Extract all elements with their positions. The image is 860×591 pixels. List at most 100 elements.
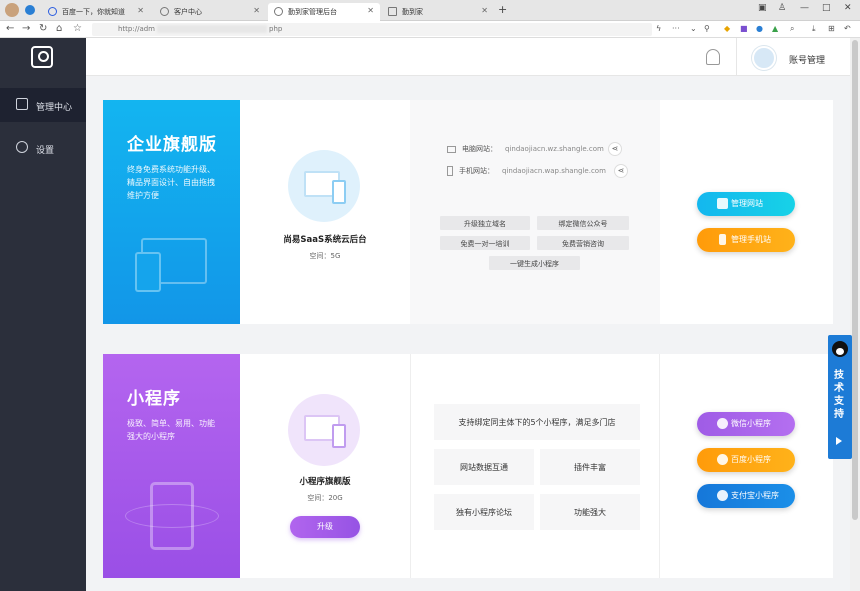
tab-list-icon[interactable]: ▣ — [758, 3, 767, 13]
mobile-icon — [447, 166, 453, 176]
banner-title: 小程序 — [127, 389, 181, 409]
close-icon[interactable]: ✕ — [481, 6, 488, 15]
browser-menu-icon[interactable] — [25, 5, 35, 15]
url-suffix: php — [269, 25, 283, 33]
mobile-icon — [719, 234, 726, 245]
tab-label: 勤到家管理后台 — [288, 8, 337, 16]
close-icon[interactable]: ✕ — [367, 6, 374, 15]
bind-wechat-button[interactable]: 绑定微信公众号 — [537, 216, 629, 230]
plan-info: 小程序旗舰版 空间：20G 升级 — [240, 354, 410, 578]
enterprise-actions: 管理网站 管理手机站 — [660, 100, 833, 324]
sidebar-item-label: 设置 — [36, 146, 55, 156]
extension-icon[interactable]: ▲ — [772, 24, 778, 33]
minimize-button[interactable]: — — [800, 3, 809, 13]
manage-website-button[interactable]: 管理网站 — [697, 192, 795, 216]
upgrade-button[interactable]: 升级 — [290, 516, 360, 538]
dropdown-icon[interactable]: ⌄ — [690, 24, 697, 33]
paw-icon — [48, 7, 57, 16]
sidebar: 管理中心 设置 — [0, 38, 86, 591]
button-label: 支付宝小程序 — [731, 491, 779, 500]
button-label: 百度小程序 — [731, 455, 771, 464]
miniapp-plan-card: 小程序 极致、简单、易用、功能强大的小程序 小程序旗舰版 空间：20G 升级 支… — [103, 354, 833, 578]
miniapp-actions: 微信小程序 百度小程序 支付宝小程序 — [660, 354, 833, 578]
plan-name: 尚易SaaS系统云后台 — [283, 235, 367, 245]
website-illustration-icon — [288, 150, 360, 222]
sidebar-item-management-center[interactable]: 管理中心 — [0, 88, 86, 122]
home-icon[interactable]: ⌂ — [56, 23, 62, 34]
tab-baidu[interactable]: 百度一下，你就知道 ✕ — [42, 3, 150, 21]
tab-label: 勤到家 — [402, 8, 423, 16]
alipay-icon — [717, 490, 728, 501]
pc-site-url[interactable]: qindaojiacn.wz.shangle.com — [505, 145, 604, 153]
tab-label: 百度一下，你就知道 — [62, 8, 125, 16]
free-consulting-button[interactable]: 免费营销咨询 — [537, 236, 629, 250]
button-label: 管理手机站 — [731, 235, 771, 244]
browser-avatar-icon[interactable] — [5, 3, 19, 17]
desktop-icon — [447, 145, 456, 153]
url-field[interactable]: http://adm php — [92, 23, 652, 36]
plan-info: 尚易SaaS系统云后台 空间：5G — [240, 100, 410, 324]
download-icon[interactable]: ⤓ — [812, 24, 816, 34]
tech-support-label: 技术支持 — [834, 370, 844, 420]
more-icon[interactable]: ··· — [672, 24, 680, 33]
site-info-panel: 电脑网站： qindaojiacn.wz.shangle.com ⋖ 手机网站： q… — [410, 100, 660, 324]
share-icon[interactable]: ⋖ — [608, 142, 622, 156]
banner-description: 极致、简单、易用、功能强大的小程序 — [127, 419, 215, 441]
forward-icon[interactable]: → — [22, 23, 30, 34]
shield-icon[interactable]: ◆ — [724, 24, 730, 33]
account-management-link[interactable]: 账号管理 — [789, 53, 825, 66]
user-logo-icon[interactable] — [31, 46, 53, 68]
wechat-miniapp-button[interactable]: 微信小程序 — [697, 412, 795, 436]
share-icon[interactable]: ⋖ — [614, 164, 628, 178]
miniapp-features-panel: 支持绑定同主体下的5个小程序，满足多门店 网站数据互通 插件丰富 独有小程序论坛… — [410, 354, 660, 578]
baidu-icon — [717, 454, 728, 465]
lightning-icon[interactable]: ϟ — [656, 24, 661, 33]
avatar[interactable] — [752, 46, 776, 70]
plan-space: 空间：20G — [307, 494, 343, 502]
feature-forum: 独有小程序论坛 — [434, 494, 534, 530]
tech-support-button[interactable]: 技术支持 — [828, 335, 852, 459]
header-divider — [736, 38, 737, 76]
miniapp-illustration-icon — [288, 394, 360, 466]
feature-powerful: 功能强大 — [540, 494, 640, 530]
scrollbar-thumb[interactable] — [852, 40, 858, 520]
tab-qindaojia[interactable]: 勤到家 ✕ — [382, 3, 494, 21]
plan-space: 空间：5G — [309, 252, 341, 260]
reload-icon[interactable]: ↻ — [39, 23, 47, 34]
sidebar-item-settings[interactable]: 设置 — [0, 131, 86, 165]
back-icon[interactable]: ← — [6, 23, 14, 34]
screenshot-icon[interactable]: ⌕ — [790, 24, 794, 34]
tab-customer-center[interactable]: 客户中心 ✕ — [154, 3, 266, 21]
gear-icon — [16, 141, 28, 153]
manage-mobile-site-button[interactable]: 管理手机站 — [697, 228, 795, 252]
upgrade-domain-button[interactable]: 升级独立域名 — [440, 216, 530, 230]
sidebar-item-label: 管理中心 — [36, 103, 73, 113]
free-training-button[interactable]: 免费一对一培训 — [440, 236, 530, 250]
search-icon[interactable]: ⚲ — [704, 24, 710, 33]
address-bar-row: ← → ↻ ⌂ ☆ http://adm php ϟ ··· ⌄ ⚲ ◆ ■ ● … — [0, 21, 860, 38]
generate-miniapp-button[interactable]: 一键生成小程序 — [489, 256, 580, 270]
maximize-button[interactable]: □ — [822, 3, 831, 13]
close-icon[interactable]: ✕ — [253, 6, 260, 15]
undo-icon[interactable]: ↶ — [844, 24, 851, 33]
extension-icon[interactable]: ● — [756, 24, 763, 33]
baidu-miniapp-button[interactable]: 百度小程序 — [697, 448, 795, 472]
tab-admin[interactable]: 勤到家管理后台 ✕ — [268, 3, 380, 21]
extension-icon[interactable]: ■ — [740, 24, 748, 33]
miniapp-banner: 小程序 极致、简单、易用、功能强大的小程序 — [103, 354, 240, 578]
enterprise-plan-card: 企业旗舰版 终身免费系统功能升级、精品界面设计、自由拖拽维护方便 尚易SaaS系… — [103, 100, 833, 324]
pc-site-line: 电脑网站： qindaojiacn.wz.shangle.com — [447, 144, 604, 154]
grid-icon[interactable]: ⊞ — [828, 24, 835, 33]
link-icon — [717, 418, 728, 429]
bell-icon[interactable] — [706, 49, 720, 65]
shirt-icon[interactable]: ♙ — [778, 3, 786, 13]
bookmark-icon[interactable]: ☆ — [73, 23, 82, 34]
close-window-button[interactable]: ✕ — [844, 3, 852, 13]
page-icon — [388, 7, 397, 16]
close-icon[interactable]: ✕ — [137, 6, 144, 15]
phone-illustration-icon — [150, 482, 194, 550]
alipay-miniapp-button[interactable]: 支付宝小程序 — [697, 484, 795, 508]
mobile-site-url[interactable]: qindaojiacn.wap.shangle.com — [502, 167, 606, 175]
new-tab-button[interactable]: + — [498, 3, 507, 16]
button-label: 微信小程序 — [731, 419, 771, 428]
